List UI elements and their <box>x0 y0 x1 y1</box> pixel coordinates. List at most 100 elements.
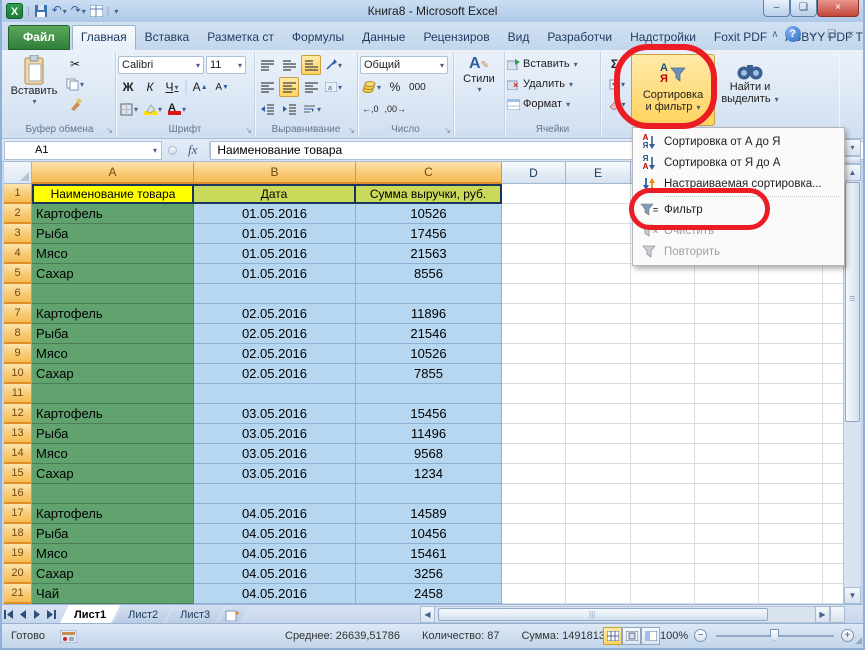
menu-item-filter[interactable]: =Фильтр <box>634 199 843 220</box>
fill-icon[interactable]: ▾ <box>603 74 631 94</box>
cell-D7[interactable] <box>502 304 566 324</box>
horizontal-scrollbar[interactable]: ◀ ▶ <box>420 605 845 623</box>
cell-A10[interactable]: Сахар <box>32 364 194 384</box>
cell-D5[interactable] <box>502 264 566 284</box>
decrease-indent-icon[interactable] <box>257 99 277 119</box>
collapse-ribbon-icon[interactable]: ∧ <box>771 29 778 40</box>
cell-B19[interactable]: 04.05.2016 <box>194 544 356 564</box>
hscroll-track[interactable] <box>435 606 815 623</box>
column-header-C[interactable]: C <box>356 162 502 184</box>
cell-H16[interactable] <box>759 484 823 504</box>
column-header-A[interactable]: A <box>32 162 194 184</box>
cell-B8[interactable]: 02.05.2016 <box>194 324 356 344</box>
cell-G10[interactable] <box>695 364 759 384</box>
formulabar-expand-icon[interactable]: ▾ <box>844 139 861 156</box>
name-box[interactable]: A1▾ <box>4 141 162 160</box>
cell-H5[interactable] <box>759 264 823 284</box>
cell-A6[interactable] <box>32 284 194 304</box>
cell-F21[interactable] <box>631 584 695 604</box>
next-sheet-icon[interactable] <box>30 605 44 623</box>
row-header-19[interactable]: 19 <box>4 544 32 564</box>
cell-G6[interactable] <box>695 284 759 304</box>
tab-Главная[interactable]: Главная <box>72 25 136 50</box>
scrollbar-split-handle[interactable] <box>844 156 861 164</box>
cell-C7[interactable]: 11896 <box>356 304 502 324</box>
scroll-down-icon[interactable]: ▼ <box>844 587 861 604</box>
cell-D10[interactable] <box>502 364 566 384</box>
cell-F14[interactable] <box>631 444 695 464</box>
cell-G14[interactable] <box>695 444 759 464</box>
cell-D1[interactable] <box>502 184 566 204</box>
fill-color-icon[interactable]: ▾ <box>142 99 164 119</box>
row-header-15[interactable]: 15 <box>4 464 32 484</box>
cell-A8[interactable]: Рыба <box>32 324 194 344</box>
align-top-icon[interactable] <box>257 55 277 75</box>
cell-E14[interactable] <box>566 444 631 464</box>
row-header-4[interactable]: 4 <box>4 244 32 264</box>
cell-E19[interactable] <box>566 544 631 564</box>
cell-D18[interactable] <box>502 524 566 544</box>
cell-C15[interactable]: 1234 <box>356 464 502 484</box>
cell-D15[interactable] <box>502 464 566 484</box>
align-right-icon[interactable] <box>301 77 321 97</box>
cell-A1[interactable]: Наименование товара <box>32 184 194 204</box>
row-header-11[interactable]: 11 <box>4 384 32 404</box>
cell-F18[interactable] <box>631 524 695 544</box>
cell-D14[interactable] <box>502 444 566 464</box>
cell-C2[interactable]: 10526 <box>356 204 502 224</box>
cell-B17[interactable]: 04.05.2016 <box>194 504 356 524</box>
cell-C8[interactable]: 21546 <box>356 324 502 344</box>
zoom-slider[interactable]: − + <box>694 627 862 645</box>
row-header-14[interactable]: 14 <box>4 444 32 464</box>
cell-B7[interactable]: 02.05.2016 <box>194 304 356 324</box>
macro-record-icon[interactable] <box>60 630 86 643</box>
grow-font-button[interactable]: А▲ <box>190 77 210 97</box>
number-dialog-launcher[interactable]: ↘ <box>444 126 451 135</box>
cell-G18[interactable] <box>695 524 759 544</box>
row-header-2[interactable]: 2 <box>4 204 32 224</box>
cell-E13[interactable] <box>566 424 631 444</box>
cell-H8[interactable] <box>759 324 823 344</box>
cell-B13[interactable]: 03.05.2016 <box>194 424 356 444</box>
cell-B15[interactable]: 03.05.2016 <box>194 464 356 484</box>
cell-B10[interactable]: 02.05.2016 <box>194 364 356 384</box>
cell-C9[interactable]: 10526 <box>356 344 502 364</box>
cell-D13[interactable] <box>502 424 566 444</box>
cell-C13[interactable]: 11496 <box>356 424 502 444</box>
cell-B9[interactable]: 02.05.2016 <box>194 344 356 364</box>
cell-E12[interactable] <box>566 404 631 424</box>
hscroll-right-icon[interactable]: ▶ <box>815 606 830 623</box>
cell-E18[interactable] <box>566 524 631 544</box>
cell-B1[interactable]: Дата <box>194 184 356 204</box>
cell-H20[interactable] <box>759 564 823 584</box>
column-header-B[interactable]: B <box>194 162 356 184</box>
cell-E3[interactable] <box>566 224 631 244</box>
zoom-in-icon[interactable]: + <box>841 629 854 642</box>
menu-item-sort-az[interactable]: АЯСортировка от А до Я <box>634 131 843 152</box>
row-header-3[interactable]: 3 <box>4 224 32 244</box>
cell-G19[interactable] <box>695 544 759 564</box>
cell-C10[interactable]: 7855 <box>356 364 502 384</box>
autosum-icon[interactable]: Σ▾ <box>603 54 631 74</box>
borders-icon[interactable]: ▾ <box>118 99 140 119</box>
scroll-up-icon[interactable]: ▲ <box>844 164 861 181</box>
cell-F16[interactable] <box>631 484 695 504</box>
cell-G20[interactable] <box>695 564 759 584</box>
minimize-button[interactable]: – <box>763 0 790 17</box>
sheet-tab-Лист1[interactable]: Лист1 <box>60 605 120 623</box>
cell-E7[interactable] <box>566 304 631 324</box>
cell-H9[interactable] <box>759 344 823 364</box>
row-header-7[interactable]: 7 <box>4 304 32 324</box>
cell-G15[interactable] <box>695 464 759 484</box>
orientation-icon[interactable]: ▾ <box>323 55 344 75</box>
cell-F10[interactable] <box>631 364 695 384</box>
zoom-level[interactable]: 100% <box>660 630 688 642</box>
delete-cells-button[interactable]: × Удалить▾ <box>507 74 598 94</box>
column-header-E[interactable]: E <box>566 162 631 184</box>
cell-A11[interactable] <box>32 384 194 404</box>
insert-function-icon[interactable]: fx <box>182 142 210 158</box>
cell-C18[interactable]: 10456 <box>356 524 502 544</box>
wrap-text-icon[interactable]: ▾ <box>301 99 323 119</box>
cell-A9[interactable]: Мясо <box>32 344 194 364</box>
column-header-D[interactable]: D <box>502 162 566 184</box>
